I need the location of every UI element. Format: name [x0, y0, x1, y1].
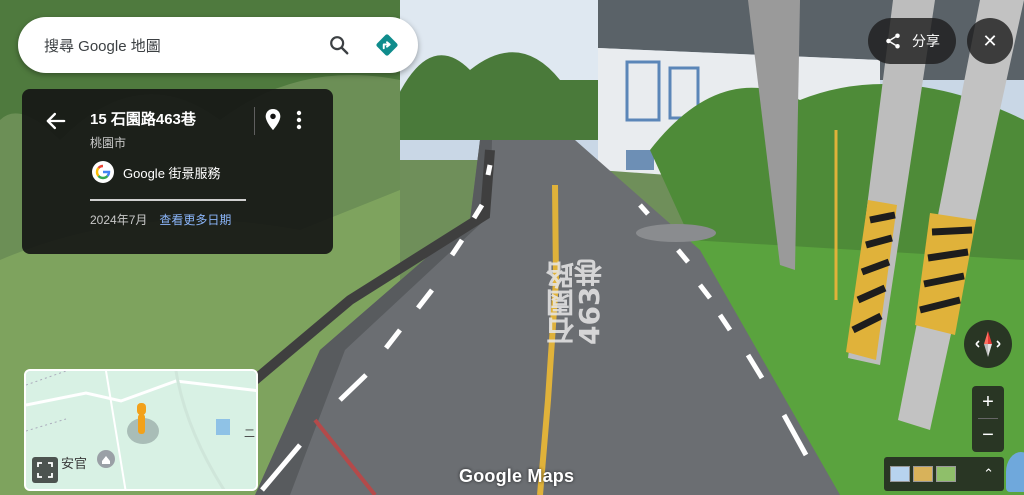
layer-thumbnail[interactable]: [913, 466, 933, 482]
map-pin-icon: [265, 109, 281, 131]
search-input[interactable]: 搜尋 Google 地圖: [44, 35, 322, 56]
provider-row: Google 街景服務: [92, 161, 221, 183]
close-button[interactable]: ✕: [967, 18, 1013, 64]
chevron-up-icon[interactable]: ⌃: [983, 466, 994, 482]
search-icon: [330, 36, 349, 55]
share-icon: [886, 33, 900, 49]
fullscreen-icon: [37, 462, 53, 478]
see-more-dates-link[interactable]: 查看更多日期: [159, 211, 231, 228]
google-logo-icon: [92, 161, 114, 183]
more-vertical-icon: [296, 110, 302, 130]
capture-date: 2024年7月: [90, 213, 148, 227]
location-info-card: 15 石園路463巷 桃園市 Google 街景服務 2024年7月 查看更多日…: [22, 89, 333, 254]
minimap[interactable]: 安官 二: [24, 369, 258, 491]
minimap-edge-label: 二: [244, 428, 255, 440]
search-box[interactable]: 搜尋 Google 地圖: [18, 17, 418, 73]
provider-label: Google 街景服務: [123, 165, 221, 181]
directions-icon: [376, 34, 398, 56]
date-row: 2024年7月 查看更多日期: [90, 211, 231, 228]
map-pin-button[interactable]: [262, 107, 286, 133]
close-icon: ✕: [982, 30, 998, 51]
share-button[interactable]: 分享: [868, 18, 956, 64]
zoom-controls: + −: [972, 386, 1004, 452]
compass-icon: [975, 331, 1001, 357]
search-button[interactable]: [322, 28, 356, 62]
directions-button[interactable]: [370, 28, 404, 62]
layer-thumbnail[interactable]: [936, 466, 956, 482]
location-title: 15 石園路463巷: [90, 111, 196, 128]
minimap-place-label: 安官: [61, 456, 88, 471]
road-marking-text: 石園路463巷: [545, 258, 606, 345]
back-button[interactable]: [42, 107, 70, 135]
minimap-image: [26, 371, 256, 489]
layers-strip[interactable]: ⌃: [884, 457, 1004, 491]
zoom-out-button[interactable]: −: [972, 419, 1004, 451]
pegman-icon[interactable]: [1006, 452, 1024, 492]
layer-thumbnail[interactable]: [890, 466, 910, 482]
card-separator: [90, 199, 246, 201]
card-divider: [254, 107, 255, 135]
more-options-button[interactable]: [290, 107, 308, 133]
zoom-in-button[interactable]: +: [972, 386, 1004, 418]
google-maps-watermark: Google Maps: [459, 466, 575, 486]
expand-minimap-button[interactable]: [32, 457, 58, 483]
compass-button[interactable]: [964, 320, 1012, 368]
arrow-left-icon: [46, 112, 66, 130]
share-label: 分享: [912, 33, 940, 49]
location-subtitle: 桃園市: [90, 136, 127, 150]
